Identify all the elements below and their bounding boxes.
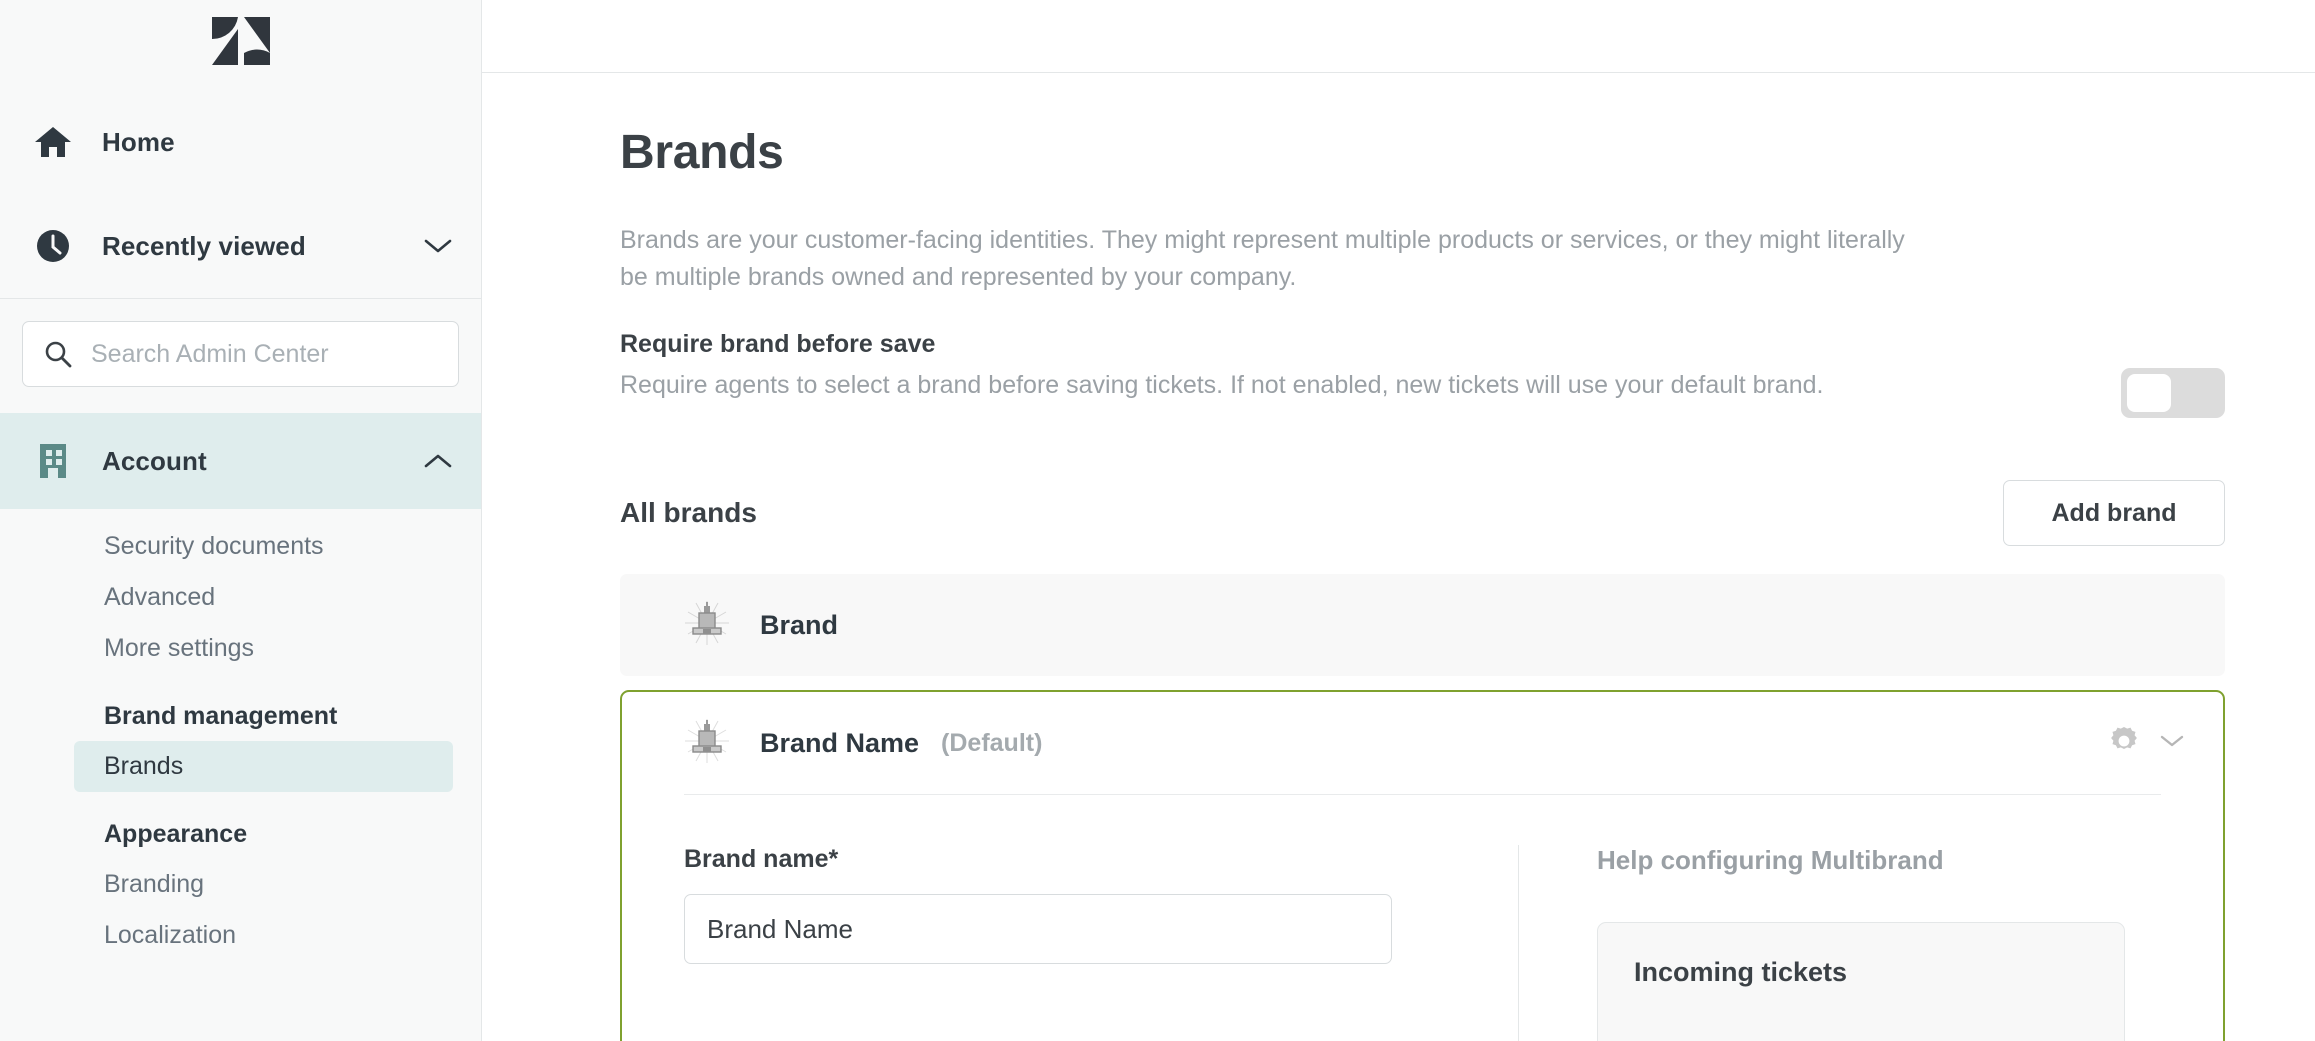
search-input[interactable] — [91, 339, 438, 369]
chevron-up-icon[interactable] — [423, 452, 453, 470]
add-brand-button[interactable]: Add brand — [2003, 480, 2225, 546]
require-brand-description: Require agents to select a brand before … — [620, 371, 1824, 399]
brand-card-default-badge: (Default) — [941, 728, 1043, 757]
brand-form-column: Brand name* — [684, 845, 1470, 1041]
sidebar-item-brands[interactable]: Brands — [74, 741, 453, 792]
sidebar-item-security-documents[interactable]: Security documents — [0, 521, 453, 572]
sidebar-item-recently-viewed[interactable]: Recently viewed — [0, 194, 481, 298]
require-brand-toggle[interactable] — [2121, 368, 2225, 418]
brand-building-icon — [684, 600, 730, 651]
sidebar-group-brand-management: Brand management Brands — [0, 674, 481, 792]
all-brands-header: All brands Add brand — [620, 480, 2315, 546]
help-title: Help configuring Multibrand — [1597, 845, 1944, 875]
search-container — [0, 299, 481, 413]
sidebar-item-label-home: Home — [102, 126, 175, 157]
sidebar-item-label-recently-viewed: Recently viewed — [102, 230, 306, 261]
clock-icon — [22, 228, 84, 264]
admin-center-page: Home Recently viewed Search Admin Center… — [0, 0, 2315, 1041]
require-brand-title: Require brand before save — [620, 330, 936, 358]
sidebar-primary-nav: Home Recently viewed — [0, 82, 481, 298]
brand-help-column: Help configuring Multibrand Incoming tic… — [1518, 845, 2161, 1041]
sidebar-item-more-settings[interactable]: More settings — [0, 623, 453, 674]
zendesk-logo[interactable] — [0, 0, 481, 82]
content-area: Brands Brands are your customer-facing i… — [482, 73, 2315, 1041]
sidebar-item-advanced[interactable]: Advanced — [0, 572, 453, 623]
brand-name-input[interactable] — [684, 894, 1392, 964]
sidebar-group-heading-appearance: Appearance — [104, 820, 248, 848]
top-header-bar — [482, 0, 2315, 73]
sidebar-item-account[interactable]: Account — [0, 413, 481, 509]
home-icon — [22, 125, 84, 159]
brand-list-header-label: Brand — [760, 609, 839, 640]
all-brands-heading: All brands — [620, 497, 757, 528]
brand-building-icon — [684, 718, 730, 769]
brand-card-name: Brand Name — [760, 727, 920, 758]
require-brand-setting: Require brand before save Require agents… — [620, 330, 2315, 418]
toggle-knob — [2127, 374, 2171, 412]
search-box[interactable] — [22, 321, 459, 387]
sidebar-item-home[interactable]: Home — [0, 90, 481, 194]
building-icon — [22, 441, 84, 481]
brand-card-header[interactable]: Brand Name (Default) — [622, 692, 2223, 794]
page-title: Brands — [620, 126, 784, 179]
brand-card-body: Brand name* Help configuring Multibrand … — [622, 795, 2223, 1041]
chevron-down-icon[interactable] — [423, 237, 453, 255]
incoming-tickets-card: Incoming tickets — [1597, 922, 2125, 1041]
sidebar-item-account-row[interactable]: Account — [0, 413, 481, 509]
sidebar-item-branding[interactable]: Branding — [0, 859, 453, 910]
brand-name-label: Brand name* — [684, 845, 839, 873]
brand-card: Brand Name (Default) Brand name* Brand N… — [620, 690, 2225, 1041]
page-description: Brands are your customer-facing identiti… — [620, 226, 1905, 291]
sidebar-item-localization[interactable]: Localization — [0, 910, 453, 961]
search-icon — [43, 339, 77, 369]
zendesk-logo-icon — [211, 17, 270, 65]
main-content: Brands Brands are your customer-facing i… — [482, 0, 2315, 1041]
sidebar-account-children: Security documents Advanced More setting… — [0, 509, 481, 674]
incoming-tickets-title: Incoming tickets — [1634, 957, 1848, 987]
brand-card-actions[interactable] — [2107, 724, 2185, 763]
brand-list-header-row[interactable]: Brand — [620, 574, 2225, 676]
sidebar-group-appearance: Appearance Branding Localization — [0, 792, 481, 961]
sidebar: Home Recently viewed Search Admin Center… — [0, 0, 482, 1041]
sidebar-group-heading-brand-management: Brand management — [104, 702, 338, 730]
chevron-down-icon[interactable] — [2159, 733, 2185, 754]
gear-icon[interactable] — [2107, 724, 2141, 763]
sidebar-item-label-account: Account — [102, 445, 207, 476]
